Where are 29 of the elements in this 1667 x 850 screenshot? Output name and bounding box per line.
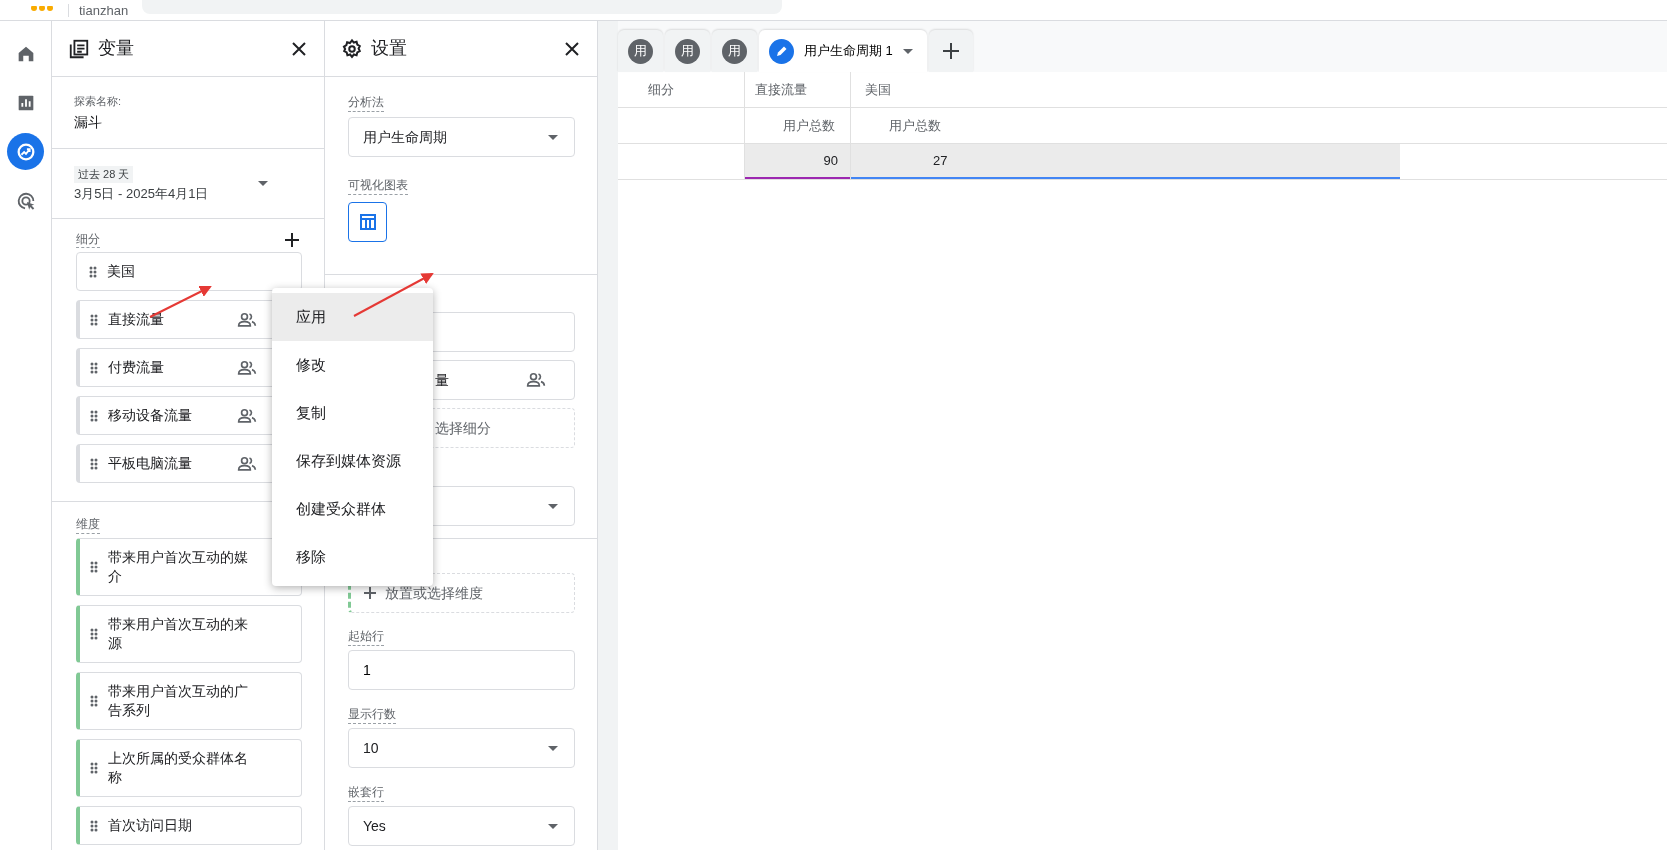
site-name: tianzhan [68,3,129,17]
dimension-name: 带来用户首次互动的媒介 [108,548,249,586]
date-preset: 过去 28 天 [74,166,134,183]
field-label: 显示行数 [348,707,396,724]
column-header: 美国 [865,80,891,99]
dimension-name: 首次访问日期 [108,816,192,835]
panel-title: 设置 [371,37,408,60]
column-header: 直接流量 [755,80,807,99]
metric-header: 用户总数 [889,116,941,135]
table-cell: 90 [744,144,850,180]
dimension-name: 上次所属的受众群体名称 [108,749,249,787]
column-header: 细分 [648,80,674,99]
segment-name: 付费流量 [108,358,164,377]
field-label: 嵌套行 [348,785,384,802]
field-label: 探索名称: [74,94,123,109]
metric-header: 用户总数 [783,116,835,135]
section-heading: 维度 [76,517,100,534]
panel-title: 变量 [98,37,135,60]
section-heading: 细分 [76,231,100,249]
field-label: 分析法 [348,95,384,112]
table-cell: 27 [850,144,1400,180]
field-label: 起始行 [348,629,384,646]
dimension-name: 带来用户首次互动的广告系列 [108,682,249,720]
segment-name: 平板电脑流量 [108,454,192,473]
field-label: 可视化图表 [348,178,408,195]
segment-name: 移动设备流量 [108,406,192,425]
dimension-name: 带来用户首次互动的来源 [108,615,249,653]
segment-name: 直接流量 [108,310,164,329]
segment-name: 美国 [107,262,135,281]
